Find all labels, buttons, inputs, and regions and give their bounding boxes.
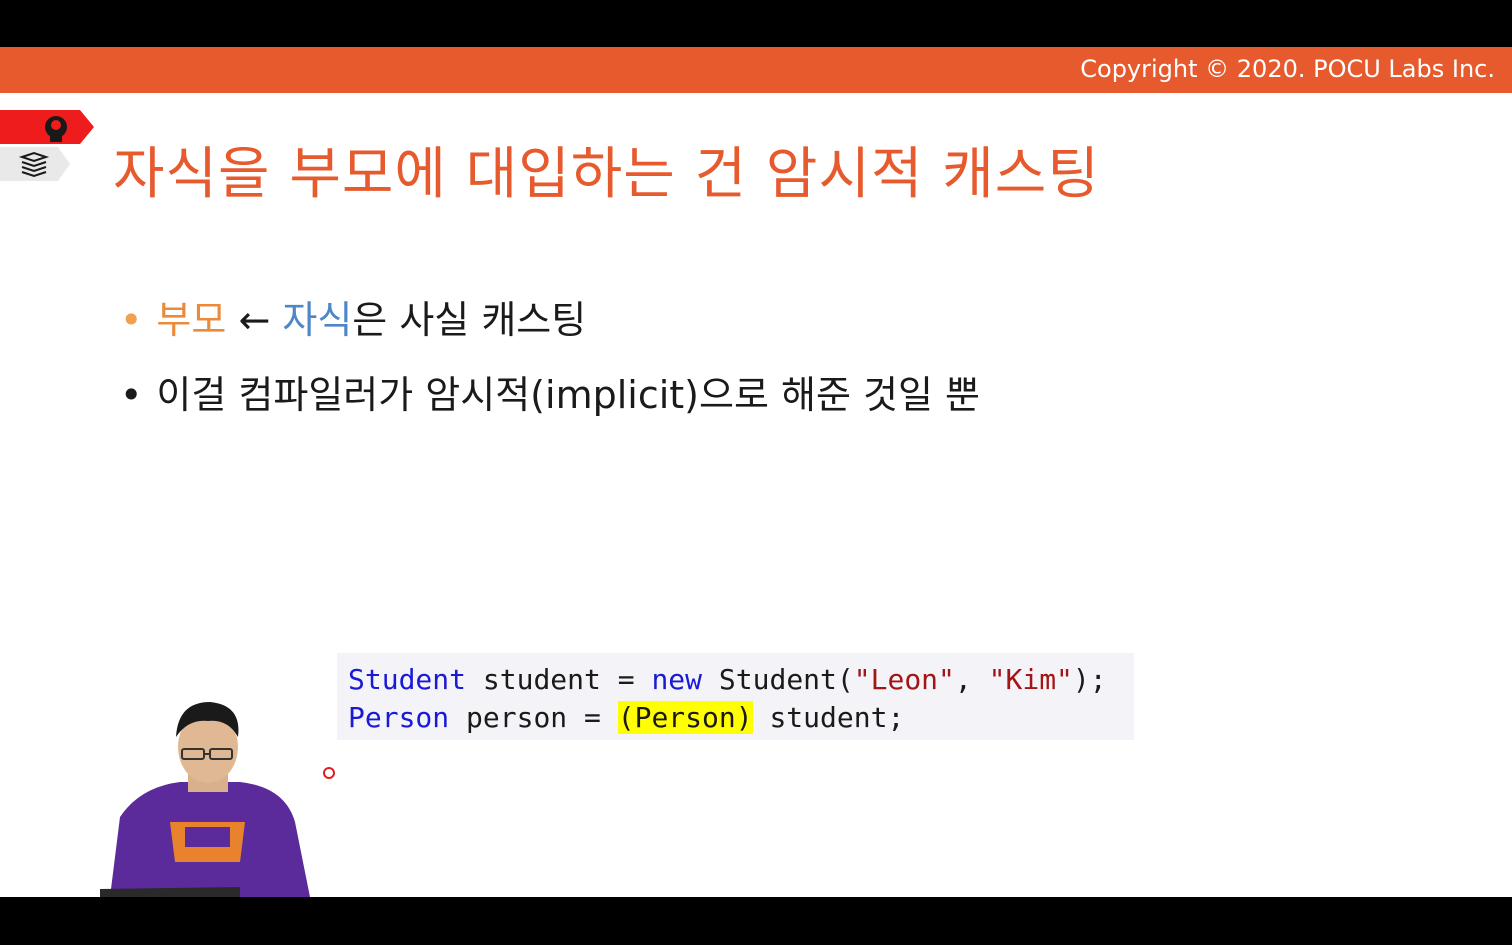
letterbox-bottom [0,897,1512,945]
code-keyword: new [651,663,703,696]
code-type: Student [348,663,467,696]
bullet-text-child: 자식 [282,298,353,342]
code-text: Student( [702,663,854,696]
letterbox-top [0,0,1512,47]
code-text: student = [466,663,652,696]
code-string: "Kim" [988,663,1073,696]
code-type: Person [348,701,450,734]
brain-head-icon [0,110,94,144]
book-stack-icon [0,147,70,181]
bullet-text-rest: 은 사실 캐스팅 [352,298,587,342]
code-block: Student student = new Student("Leon", "K… [337,653,1134,740]
bullet-dot: • [120,373,143,417]
code-text: , [954,663,989,696]
slide-title: 자식을 부모에 대입하는 건 암시적 캐스팅 [113,142,1100,207]
copyright-text: Copyright © 2020. POCU Labs Inc. [1080,55,1495,83]
pointer-icon [323,767,335,779]
bullet-dot: • [120,298,143,342]
bullet-item-1: • 부모 ← 자식은 사실 캐스팅 [120,289,586,344]
code-text: person = [449,701,618,734]
header-bar: Copyright © 2020. POCU Labs Inc. [0,47,1512,93]
code-cast-highlight: (Person) [617,701,753,734]
code-line-1: Student student = new Student("Leon", "K… [348,663,1107,696]
code-line-2: Person person = (Person) student; [348,701,904,734]
presenter-video [100,702,310,897]
code-text: student; [752,701,905,734]
bullet-text-parent: 부모 [156,298,227,342]
bullet-text: 이걸 컴파일러가 암시적(implicit)으로 해준 것일 뿐 [156,373,980,417]
code-string: "Leon" [853,663,955,696]
slide: Copyright © 2020. POCU Labs Inc. 자식을 부모에… [0,47,1512,897]
code-text: ); [1072,663,1107,696]
bullet-item-2: • 이걸 컴파일러가 암시적(implicit)으로 해준 것일 뿐 [120,364,980,419]
arrow-left-icon: ← [238,298,271,342]
